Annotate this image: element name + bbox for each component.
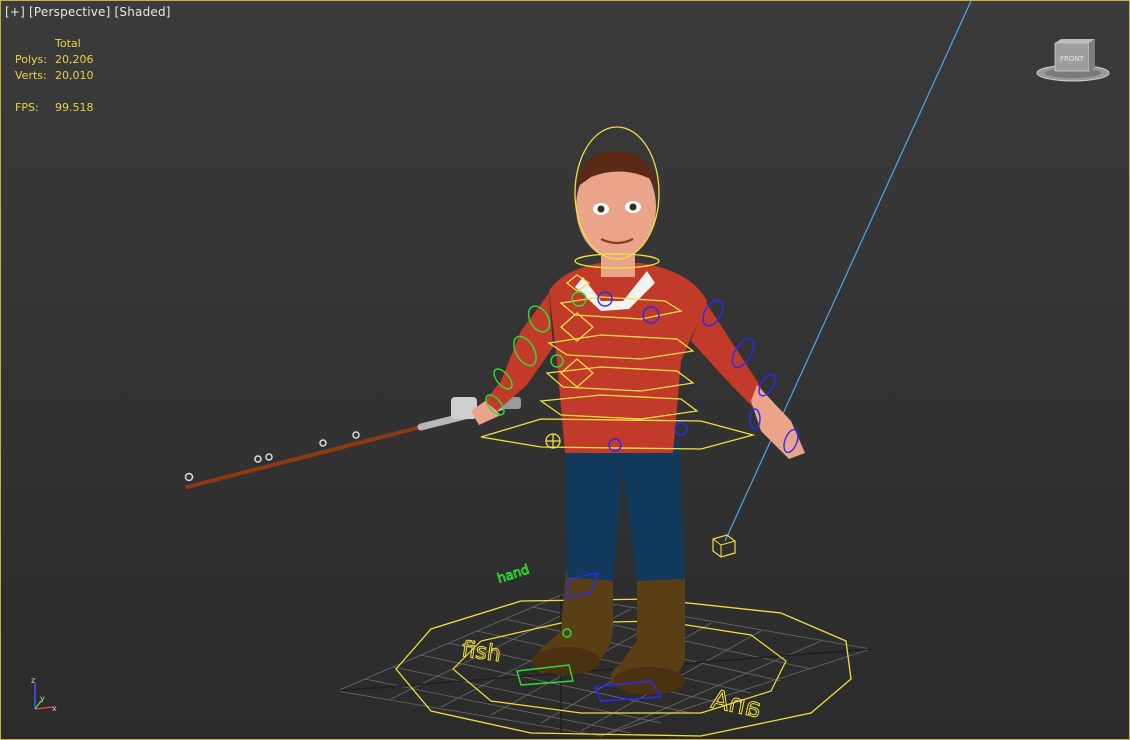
perspective-viewport[interactable]: [+] [Perspective] [Shaded] Total Polys: 2… bbox=[0, 0, 1130, 740]
axis-x-line bbox=[34, 706, 54, 710]
axis-y-label: y bbox=[40, 694, 45, 703]
root-label-right: anA bbox=[708, 685, 764, 725]
view-cube[interactable]: FRONT bbox=[1035, 39, 1111, 83]
view-cube-face-label: FRONT bbox=[1060, 55, 1085, 63]
axis-tripod: z y x bbox=[31, 676, 57, 713]
scene-render: fish anA hand bbox=[184, 1, 972, 737]
fishing-rod[interactable] bbox=[184, 397, 522, 489]
axis-z-label: z bbox=[31, 676, 35, 685]
root-label-left: fish bbox=[460, 637, 502, 667]
character-model[interactable] bbox=[471, 151, 805, 695]
light-target-line[interactable] bbox=[724, 1, 972, 542]
axis-x-label: x bbox=[52, 704, 57, 713]
light-target-box[interactable] bbox=[712, 534, 736, 558]
hand-label: hand bbox=[496, 562, 532, 586]
